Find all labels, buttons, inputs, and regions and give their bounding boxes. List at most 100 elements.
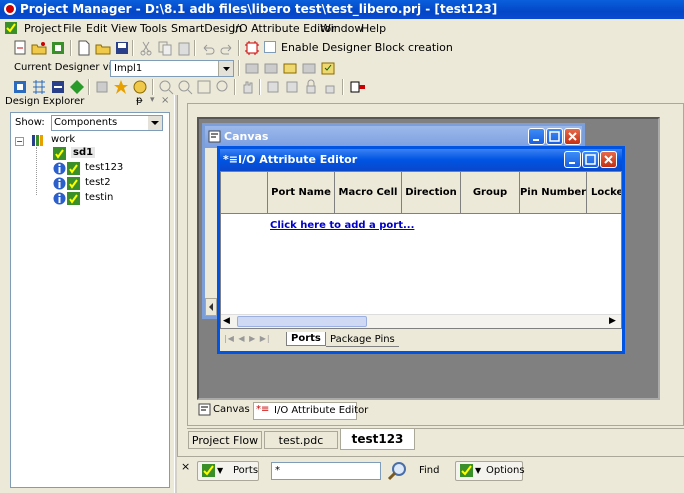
canvas-icon (208, 130, 221, 143)
designer-block-icon[interactable] (244, 40, 260, 56)
collapse-toggle[interactable]: − (15, 137, 24, 146)
close-icon[interactable]: × (181, 460, 190, 473)
chevron-down-icon: ▼ (217, 466, 224, 475)
row-header-corner (221, 172, 268, 214)
design-check-icon (67, 162, 80, 175)
new-file-icon[interactable] (76, 40, 92, 56)
tree-item-sd1[interactable]: sd1 (71, 147, 96, 158)
view-tool-1-icon (244, 60, 260, 76)
close-icon[interactable] (564, 128, 581, 145)
show-select[interactable]: Components (51, 115, 163, 131)
column-header-port-name[interactable]: Port Name (268, 172, 335, 214)
scroll-right-icon[interactable]: ▶ (609, 316, 616, 326)
current-view-select[interactable]: Impl1 (110, 60, 234, 77)
horizontal-scrollbar[interactable]: ◀ ▶ (221, 314, 621, 328)
port-grid: Port Name Macro Cell Direction Group Pin… (220, 171, 622, 329)
panel-splitter[interactable] (174, 95, 178, 493)
scroll-left-icon[interactable]: ◀ (223, 316, 230, 326)
undo-icon (200, 40, 216, 56)
design-check-icon (67, 177, 80, 190)
document-tab-bar: Project Flow test.pdc test123 (187, 428, 684, 450)
menu-help[interactable]: Help (361, 22, 386, 35)
run-icon[interactable] (69, 79, 85, 95)
minimize-icon[interactable] (564, 151, 581, 168)
chevron-down-icon[interactable] (218, 61, 233, 76)
close-icon[interactable] (600, 151, 617, 168)
doc-tab-test123[interactable]: test123 (340, 429, 415, 450)
view-tool-5-icon[interactable] (320, 60, 336, 76)
find-button[interactable]: Find (385, 461, 447, 481)
toolbar-standard: Enable Designer Block creation (0, 38, 684, 58)
compile-icon[interactable] (50, 79, 66, 95)
column-header-group[interactable]: Group (461, 172, 520, 214)
synthesis-icon[interactable] (12, 79, 28, 95)
open-file-icon[interactable] (95, 40, 111, 56)
tree-item-testin[interactable]: testin (85, 192, 113, 203)
add-port-link[interactable]: Click here to add a port... (270, 220, 414, 231)
menu-bar: Project File Edit View Tools SmartDesign… (0, 19, 684, 38)
menu-tools[interactable]: Tools (140, 22, 167, 35)
doc-tab-label: test123 (351, 432, 404, 446)
zoom-out-icon (177, 79, 193, 95)
scroll-thumb[interactable] (237, 316, 367, 327)
pin-assign-icon[interactable] (350, 79, 366, 95)
io-editor-icon: *≡ (223, 153, 238, 166)
minimize-icon[interactable] (528, 128, 545, 145)
menu-view[interactable]: View (111, 22, 137, 35)
show-label: Show: (15, 117, 45, 128)
menu-file[interactable]: File (63, 22, 81, 35)
tab-ports[interactable]: Ports (286, 332, 326, 346)
tree-root-work[interactable]: work (51, 134, 75, 145)
design-explorer-panel: Design Explorer ᵽ ▾ × Show: Components −… (3, 95, 173, 493)
maximize-icon[interactable] (546, 128, 563, 145)
view-tool-3-icon[interactable] (282, 60, 298, 76)
column-header-direction[interactable]: Direction (402, 172, 461, 214)
io-editor-titlebar[interactable]: *≡ I/O Attribute Editor (220, 149, 622, 171)
app-icon (3, 2, 17, 16)
design-explorer-title: Design Explorer (5, 96, 85, 107)
mdi-tab-canvas[interactable]: Canvas (213, 404, 250, 415)
menu-window[interactable]: Window (320, 22, 363, 35)
netlist-icon[interactable] (31, 79, 47, 95)
new-project-icon[interactable] (12, 40, 28, 56)
search-input[interactable]: * (271, 462, 381, 480)
ports-button[interactable]: ▼ Ports (197, 461, 259, 481)
chevron-down-icon[interactable] (148, 116, 162, 130)
redo-icon (219, 40, 235, 56)
pan-hand-icon (240, 79, 256, 95)
mdi-area: Canvas *≡ I/O Attribute Editor Port Name… (197, 117, 660, 400)
enable-designer-label: Enable Designer Block creation (281, 41, 453, 54)
design-check-icon (53, 147, 66, 160)
doc-tab-project-flow[interactable]: Project Flow (188, 431, 262, 449)
chevron-down-icon[interactable]: ▾ (150, 95, 155, 105)
zoom-in-icon (158, 79, 174, 95)
tool-circuit-icon[interactable] (132, 79, 148, 95)
canvas-window-titlebar[interactable]: Canvas (205, 126, 582, 148)
menu-edit[interactable]: Edit (86, 22, 107, 35)
project-settings-icon[interactable] (50, 40, 66, 56)
column-header-pin-number[interactable]: Pin Number (520, 172, 587, 214)
menu-project[interactable]: Project (24, 22, 62, 35)
options-button-label: Options (486, 465, 525, 476)
enable-designer-checkbox[interactable] (264, 41, 276, 53)
tab-navigation-arrows[interactable]: |◀ ◀ ▶ ▶| (224, 334, 271, 343)
tab-package-pins[interactable]: Package Pins (326, 333, 399, 347)
maximize-icon[interactable] (582, 151, 599, 168)
column-header-macro-cell[interactable]: Macro Cell (335, 172, 402, 214)
column-header-locked[interactable]: Locked (587, 172, 621, 214)
tree-item-test123[interactable]: test123 (85, 162, 123, 173)
options-button[interactable]: ▼ Options (455, 461, 525, 481)
tool-star-icon[interactable] (113, 79, 129, 95)
mdi-tab-io-editor-box[interactable]: *≡ I/O Attribute Editor (253, 402, 368, 420)
info-icon (53, 162, 66, 175)
doc-tab-test-pdc[interactable]: test.pdc (264, 431, 338, 449)
view-tool-4-icon (301, 60, 317, 76)
pin-icon[interactable]: ᵽ (136, 95, 143, 106)
open-project-icon[interactable] (31, 40, 47, 56)
scroll-left-button[interactable] (205, 298, 217, 316)
design-check-icon (67, 192, 80, 205)
close-icon[interactable]: × (161, 95, 169, 106)
tree-item-test2[interactable]: test2 (85, 177, 111, 188)
mdi-tab-io-attribute-editor[interactable]: I/O Attribute Editor (274, 405, 368, 416)
save-icon[interactable] (114, 40, 130, 56)
